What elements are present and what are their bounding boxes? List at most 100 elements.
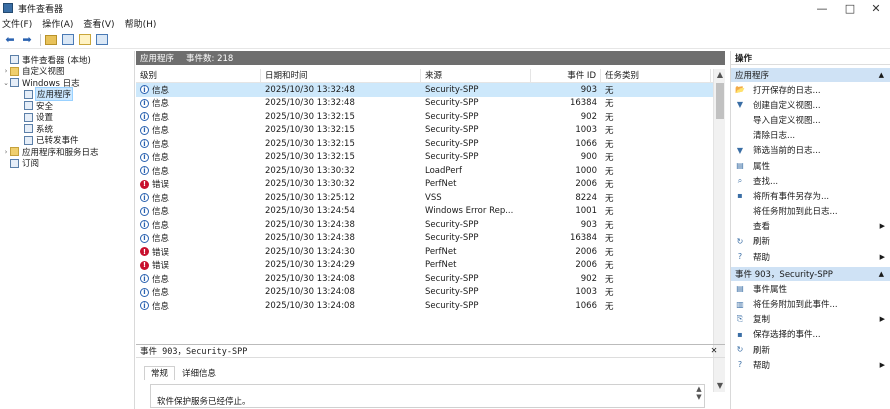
column-event-id[interactable]: 事件 ID — [531, 69, 601, 83]
info-icon: i — [140, 287, 149, 297]
detail-scroll-icon[interactable]: ▲ ▼ — [694, 385, 704, 407]
tree-item[interactable]: 订阅 — [0, 158, 134, 170]
title-bar: 事件查看器 — □ ✕ — [0, 0, 890, 16]
table-row[interactable]: i 信息 2025/10/30 13:32:48 Security-SPP 16384 无 — [136, 97, 725, 111]
menu-file[interactable]: 文件(F) — [2, 17, 32, 30]
open-folder-icon[interactable] — [44, 33, 58, 47]
tab-details[interactable]: 详细信息 — [175, 366, 223, 380]
action-item[interactable]: 导入自定义视图... — [731, 112, 890, 127]
collapse-caret-icon[interactable]: ▲ — [879, 71, 884, 79]
column-source[interactable]: 来源 — [421, 69, 531, 83]
action-item[interactable]: ? 帮助 ▶ — [731, 249, 890, 264]
tree-item[interactable]: › 自定义视图 — [0, 66, 134, 77]
detail-message-box[interactable]: 软件保护服务已经停止。 ▲ ▼ — [150, 384, 705, 408]
table-row[interactable]: i 信息 2025/10/30 13:25:12 VSS 8224 无 — [136, 191, 725, 205]
table-row[interactable]: i 信息 2025/10/30 13:24:54 Windows Error Rep.… — [136, 205, 725, 219]
tree-item[interactable]: 事件查看器 (本地) — [0, 54, 134, 66]
action-icon: ▼ — [736, 100, 744, 110]
column-task-category[interactable]: 任务类别 — [601, 69, 711, 83]
column-date[interactable]: 日期和时间 — [261, 69, 421, 83]
table-row[interactable]: i 信息 2025/10/30 13:24:38 Security-SPP 903 无 — [136, 218, 725, 232]
action-item[interactable]: ▪ 将所有事件另存为... — [731, 188, 890, 203]
info-icon: i — [140, 193, 149, 203]
close-button[interactable]: ✕ — [862, 0, 890, 16]
action-section-header[interactable]: 应用程序 ▲ — [731, 68, 890, 82]
cell-date: 2025/10/30 13:24:08 — [265, 287, 355, 298]
help-icon[interactable] — [78, 33, 92, 47]
action-item[interactable]: ▥ 将任务附加到此事件... — [731, 296, 890, 311]
tree-item[interactable]: ⌄ Windows 日志 — [0, 77, 134, 89]
cell-task-category: 无 — [605, 180, 614, 191]
show-hide-tree-icon[interactable] — [61, 33, 75, 47]
back-arrow-icon[interactable]: ⬅ — [3, 33, 17, 47]
action-item[interactable]: ▼ 筛选当前的日志... — [731, 143, 890, 158]
action-section-header[interactable]: 事件 903，Security-SPP ▲ — [731, 267, 890, 282]
event-rows: i 信息 2025/10/30 13:32:48 Security-SPP 903 无 i 信… — [136, 83, 725, 313]
action-item[interactable]: 清除日志... — [731, 128, 890, 143]
action-item-label: 清除日志... — [753, 131, 796, 142]
table-row[interactable]: i 信息 2025/10/30 13:24:08 Security-SPP 1066 无 — [136, 299, 725, 313]
tree-expander-icon[interactable]: › — [2, 67, 10, 75]
action-item-label: 复制 — [753, 315, 771, 326]
table-row[interactable]: i 信息 2025/10/30 13:24:08 Security-SPP 902 无 — [136, 272, 725, 286]
menu-view[interactable]: 查看(V) — [83, 17, 114, 30]
forward-arrow-icon[interactable]: ➡ — [20, 33, 34, 47]
action-item[interactable]: 查看 ▶ — [731, 219, 890, 234]
tree-item[interactable]: 已转发事件 — [0, 135, 134, 146]
table-row[interactable]: i 信息 2025/10/30 13:24:08 Security-SPP 1003 无 — [136, 286, 725, 300]
action-item[interactable]: ▪ 保存选择的事件... — [731, 327, 890, 342]
action-item[interactable]: ↻ 刷新 — [731, 342, 890, 357]
menu-help[interactable]: 帮助(H) — [125, 17, 157, 30]
action-sections: 应用程序 ▲ 📂 打开保存的日志... ▼ 创建自定义视图... 导入自定义视图... 清除日… — [731, 68, 890, 372]
column-level[interactable]: 级别 — [136, 69, 261, 83]
maximize-button[interactable]: □ — [836, 0, 864, 16]
log-icon — [24, 124, 33, 134]
tree-item[interactable]: 安全 — [0, 100, 134, 112]
show-hide-action-pane-icon[interactable] — [95, 33, 109, 47]
tree-expander-icon[interactable]: › — [2, 148, 10, 156]
cell-source: PerfNet — [425, 246, 457, 257]
action-item[interactable]: ▼ 创建自定义视图... — [731, 97, 890, 112]
cell-level: i 信息 — [136, 286, 261, 298]
table-row[interactable]: i 信息 2025/10/30 13:32:15 Security-SPP 902 无 — [136, 110, 725, 124]
event-viewer-app-icon — [3, 3, 13, 13]
tree-expander-icon[interactable]: ⌄ — [2, 79, 10, 87]
table-row[interactable]: i 信息 2025/10/30 13:32:48 Security-SPP 903 无 — [136, 83, 725, 97]
collapse-caret-icon[interactable]: ▲ — [879, 270, 884, 278]
cell-date: 2025/10/30 13:24:30 — [265, 246, 355, 257]
info-icon: i — [140, 139, 149, 149]
scroll-up-icon[interactable]: ▲ — [714, 69, 726, 81]
scroll-thumb[interactable] — [716, 83, 724, 119]
tree-item[interactable]: 设置 — [0, 112, 134, 123]
table-row[interactable]: i 信息 2025/10/30 13:32:15 Security-SPP 1066 无 — [136, 137, 725, 151]
table-row[interactable]: i 信息 2025/10/30 13:32:15 Security-SPP 900 无 — [136, 151, 725, 165]
tree-item-label: 订阅 — [22, 159, 40, 170]
level-text: 信息 — [152, 274, 170, 285]
table-row[interactable]: i 信息 2025/10/30 13:32:15 Security-SPP 1003 无 — [136, 124, 725, 138]
close-detail-icon[interactable]: ✕ — [711, 345, 717, 356]
toolbar-separator — [40, 33, 41, 46]
action-item[interactable]: 📂 打开保存的日志... — [731, 82, 890, 97]
action-item[interactable]: ▤ 属性 — [731, 158, 890, 173]
action-item[interactable]: ↻ 刷新 — [731, 234, 890, 249]
menu-action[interactable]: 操作(A) — [42, 17, 73, 30]
tree-item[interactable]: 系统 — [0, 123, 134, 135]
tab-general[interactable]: 常规 — [144, 366, 176, 380]
tree-item[interactable]: › 应用程序和服务日志 — [0, 146, 134, 158]
cell-source: Security-SPP — [425, 111, 479, 122]
table-row[interactable]: i 信息 2025/10/30 13:30:32 LoadPerf 1000 无 — [136, 164, 725, 178]
action-item[interactable]: ⎘ 复制 ▶ — [731, 312, 890, 327]
info-icon: i — [140, 301, 149, 311]
table-row[interactable]: ! 错误 2025/10/30 13:30:32 PerfNet 2006 无 — [136, 178, 725, 192]
minimize-button[interactable]: — — [808, 0, 836, 16]
log-icon — [10, 158, 19, 168]
table-row[interactable]: ! 错误 2025/10/30 13:24:30 PerfNet 2006 无 — [136, 245, 725, 259]
table-row[interactable]: i 信息 2025/10/30 13:24:38 Security-SPP 16384 无 — [136, 232, 725, 246]
action-item[interactable]: ⌕ 查找... — [731, 173, 890, 188]
action-item[interactable]: ▤ 事件属性 — [731, 281, 890, 296]
action-item[interactable]: 将任务附加到此日志... — [731, 204, 890, 219]
cell-task-category: 无 — [605, 85, 614, 96]
action-item[interactable]: ? 帮助 ▶ — [731, 357, 890, 372]
tree-item[interactable]: 应用程序 — [0, 87, 134, 102]
table-row[interactable]: ! 错误 2025/10/30 13:24:29 PerfNet 2006 无 — [136, 259, 725, 273]
